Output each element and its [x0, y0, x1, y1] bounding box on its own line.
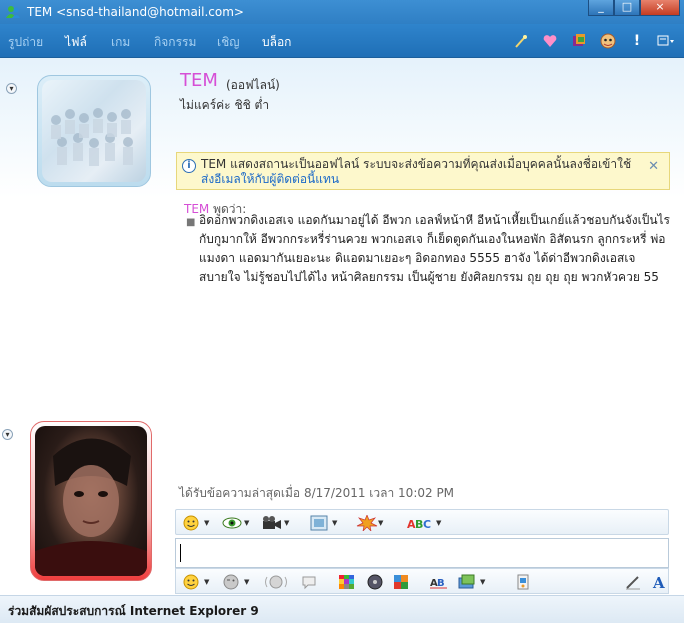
- chevron-down-icon: ▼: [436, 519, 442, 527]
- contact-avatar: [42, 80, 146, 182]
- message-input[interactable]: [175, 538, 669, 568]
- send-files-button[interactable]: ▼: [458, 573, 485, 591]
- winks-icon[interactable]: [569, 31, 589, 51]
- text-caret: [180, 544, 181, 562]
- font-button[interactable]: A: [650, 573, 668, 592]
- color-grid-icon: [338, 574, 356, 590]
- handwriting-button[interactable]: [624, 573, 642, 591]
- status-bar: ร่วมสัมผัสประสบการณ์ Internet Explorer 9: [0, 595, 684, 623]
- chevron-down-icon: ▼: [204, 519, 210, 527]
- insert-wink-button[interactable]: ▼: [222, 573, 249, 591]
- nudge-burst-icon: [356, 514, 378, 533]
- minimize-button[interactable]: _: [588, 0, 614, 16]
- spell-check-button[interactable]: AB: [430, 573, 448, 591]
- chevron-down-icon: ▼: [480, 578, 486, 586]
- spell-check-icon: AB: [430, 574, 448, 590]
- chevron-down-icon: ▼: [284, 519, 290, 527]
- ink-text-button[interactable]: ABC ▼: [406, 514, 441, 532]
- abc-text-icon: ABC: [406, 515, 432, 531]
- close-info-icon[interactable]: ✕: [648, 159, 659, 174]
- menu-item-invite[interactable]: เชิญ: [217, 33, 239, 52]
- voice-clip-button[interactable]: [264, 573, 288, 591]
- puzzle-icon: [392, 574, 410, 590]
- chevron-down-icon: ▼: [332, 519, 338, 527]
- send-files-icon: [458, 574, 476, 590]
- title-bar: TEM <snsd-thailand@hotmail.com> _ □ ×: [0, 0, 684, 24]
- options-menu-icon[interactable]: [656, 31, 676, 51]
- self-display-picture[interactable]: [30, 421, 152, 581]
- svg-text:C: C: [423, 518, 431, 531]
- wink-button[interactable]: ▼: [222, 514, 249, 532]
- chevron-down-icon: ▼: [244, 519, 250, 527]
- last-received-timestamp: ได้รับข้อความล่าสุดเมื่อ 8/17/2011 เวลา …: [179, 486, 455, 500]
- compose-toolbar: ▼ ▼ AB ▼ A: [175, 568, 669, 594]
- send-email-link[interactable]: ส่งอีเมลให้กับผู้ติดต่อนี้แทน: [201, 172, 339, 186]
- video-button[interactable]: ▼: [262, 514, 289, 532]
- chevron-down-icon: ▼: [378, 519, 384, 527]
- contact-name: TEM: [180, 70, 218, 91]
- window-title: TEM <snsd-thailand@hotmail.com>: [27, 5, 244, 19]
- svg-text:A: A: [652, 574, 665, 590]
- background-picture-icon: [310, 515, 328, 531]
- background-button[interactable]: ▼: [310, 514, 337, 532]
- menu-item-photos[interactable]: รูปถ่าย: [8, 33, 43, 52]
- collapse-contact-icon[interactable]: ▾: [6, 83, 17, 94]
- conversation-area: ▾ TEM (ออฟไลน์) ไม่แคร์ค่ะ ชิชิ ต่ำ i TE…: [0, 58, 684, 595]
- music-disc-icon: [366, 574, 384, 590]
- apps-button[interactable]: [392, 573, 410, 591]
- speech-bubble-icon: [300, 574, 318, 590]
- offline-info-text: TEM แสดงสถานะเป็นออฟไลน์ ระบบจะส่งข้อควา…: [201, 157, 632, 171]
- send-sound-button[interactable]: [300, 573, 318, 591]
- contact-status: (ออฟไลน์): [226, 78, 280, 92]
- chevron-down-icon: ▼: [204, 578, 210, 586]
- menu-item-games[interactable]: เกม: [111, 33, 130, 52]
- menu-item-blog[interactable]: บล็อก: [262, 33, 291, 52]
- nudge-alert-icon[interactable]: !: [627, 31, 647, 51]
- wink-face-icon: [222, 574, 240, 590]
- share-photos-button[interactable]: [514, 573, 532, 591]
- magic-wand-icon[interactable]: [511, 31, 531, 51]
- photo-share-icon: [514, 574, 532, 590]
- smiley-icon: [182, 574, 200, 590]
- menu-item-files[interactable]: ไฟล์: [65, 33, 87, 52]
- smiley-icon: [182, 515, 200, 531]
- emoticon-toolbar: ▼ ▼ ▼ ▼ ▼ ABC ▼: [175, 509, 669, 535]
- emoticon-face-icon[interactable]: [598, 31, 618, 51]
- menu-bar: รูปถ่าย ไฟล์ เกม กิจกรรม เชิญ บล็อก !: [0, 24, 684, 58]
- font-a-icon: A: [650, 574, 668, 592]
- game-button[interactable]: [366, 573, 384, 591]
- maximize-button[interactable]: □: [614, 0, 640, 16]
- pen-icon: [624, 574, 642, 590]
- background-color-button[interactable]: [338, 573, 356, 591]
- contact-personal-message: ไม่แคร์ค่ะ ชิชิ ต่ำ: [180, 98, 270, 112]
- close-button[interactable]: ×: [640, 0, 680, 16]
- self-avatar: [35, 426, 147, 576]
- ie9-promo-link[interactable]: ร่วมสัมผัสประสบการณ์ Internet Explorer 9: [8, 602, 259, 621]
- voice-clip-icon: [264, 574, 288, 590]
- eye-icon: [222, 515, 242, 531]
- svg-text:B: B: [437, 578, 445, 589]
- message-text: อิดอกพวกดิงเอสเจ แอดกันมาอยู่ได้ อีพวก เ…: [199, 213, 670, 284]
- contact-display-picture[interactable]: [37, 75, 151, 187]
- emoticon-button[interactable]: ▼: [182, 514, 209, 532]
- message-bullet-icon: ■: [186, 217, 196, 228]
- info-icon: i: [182, 159, 196, 173]
- offline-info-bar: i TEM แสดงสถานะเป็นออฟไลน์ ระบบจะส่งข้อค…: [176, 152, 670, 190]
- menu-item-activities[interactable]: กิจกรรม: [154, 33, 196, 52]
- video-camera-icon: [262, 515, 281, 531]
- nudge-button[interactable]: ▼: [356, 514, 384, 533]
- messenger-buddy-icon: [5, 4, 21, 20]
- heart-icon[interactable]: [540, 31, 560, 51]
- chevron-down-icon: ▼: [244, 578, 250, 586]
- insert-emoticon-button[interactable]: ▼: [182, 573, 209, 591]
- collapse-self-icon[interactable]: ▾: [2, 429, 13, 440]
